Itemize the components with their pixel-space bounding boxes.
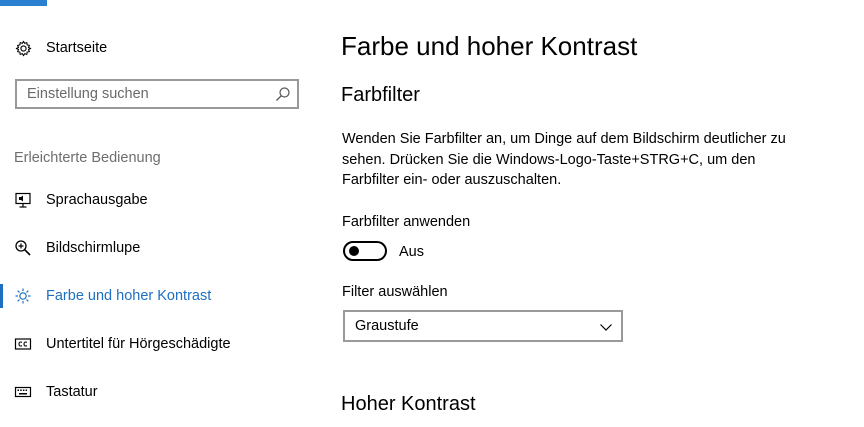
sidebar-item-color-high-contrast[interactable]: Farbe und hoher Kontrast [0,276,320,316]
chevron-down-icon [599,320,613,334]
sidebar-item-magnifier[interactable]: Bildschirmlupe [0,228,320,268]
home-nav-item[interactable]: Startseite [0,28,320,68]
sidebar-item-label: Untertitel für Hörgeschädigte [46,336,231,352]
settings-search-box[interactable] [15,79,299,109]
section-title: Erleichterte Bedienung [14,150,161,166]
toggle-state-text: Aus [399,244,424,260]
search-icon[interactable] [275,86,291,102]
selection-indicator [0,284,3,308]
narrator-icon [14,191,32,209]
sidebar-item-label: Bildschirmlupe [46,240,141,256]
apply-filter-label: Farbfilter anwenden [342,214,471,230]
high-contrast-heading: Hoher Kontrast [341,393,476,415]
page-title: Farbe und hoher Kontrast [341,31,638,61]
filter-select-dropdown[interactable]: Graustufe [343,310,623,342]
main-content: Farbe und hoher Kontrast Farbfilter Wend… [341,0,841,427]
sidebar-item-closed-captions[interactable]: Untertitel für Hörgeschädigte [0,324,320,364]
color-filter-heading: Farbfilter [341,84,420,106]
selected-filter-value: Graustufe [355,318,419,334]
color-filter-toggle[interactable] [343,241,387,261]
magnifier-icon [14,239,32,257]
select-filter-label: Filter auswählen [342,284,448,300]
color-filter-description: Wenden Sie Farbfilter an, um Dinge auf d… [342,131,786,188]
sidebar-item-label: Tastatur [46,384,98,400]
sidebar-item-narrator[interactable]: Sprachausgabe [0,180,320,220]
sidebar: Startseite Erleichterte Bedienung Sprach… [0,0,320,427]
keyboard-icon [14,383,32,401]
toggle-knob [349,246,359,256]
home-label: Startseite [46,40,108,56]
gear-icon [14,39,32,57]
sidebar-item-keyboard[interactable]: Tastatur [0,372,320,412]
sidebar-item-label: Sprachausgabe [46,192,148,208]
closed-captions-icon [14,335,32,353]
brightness-icon [14,287,32,305]
sidebar-item-label: Farbe und hoher Kontrast [46,288,212,304]
settings-search-input[interactable] [17,81,277,107]
